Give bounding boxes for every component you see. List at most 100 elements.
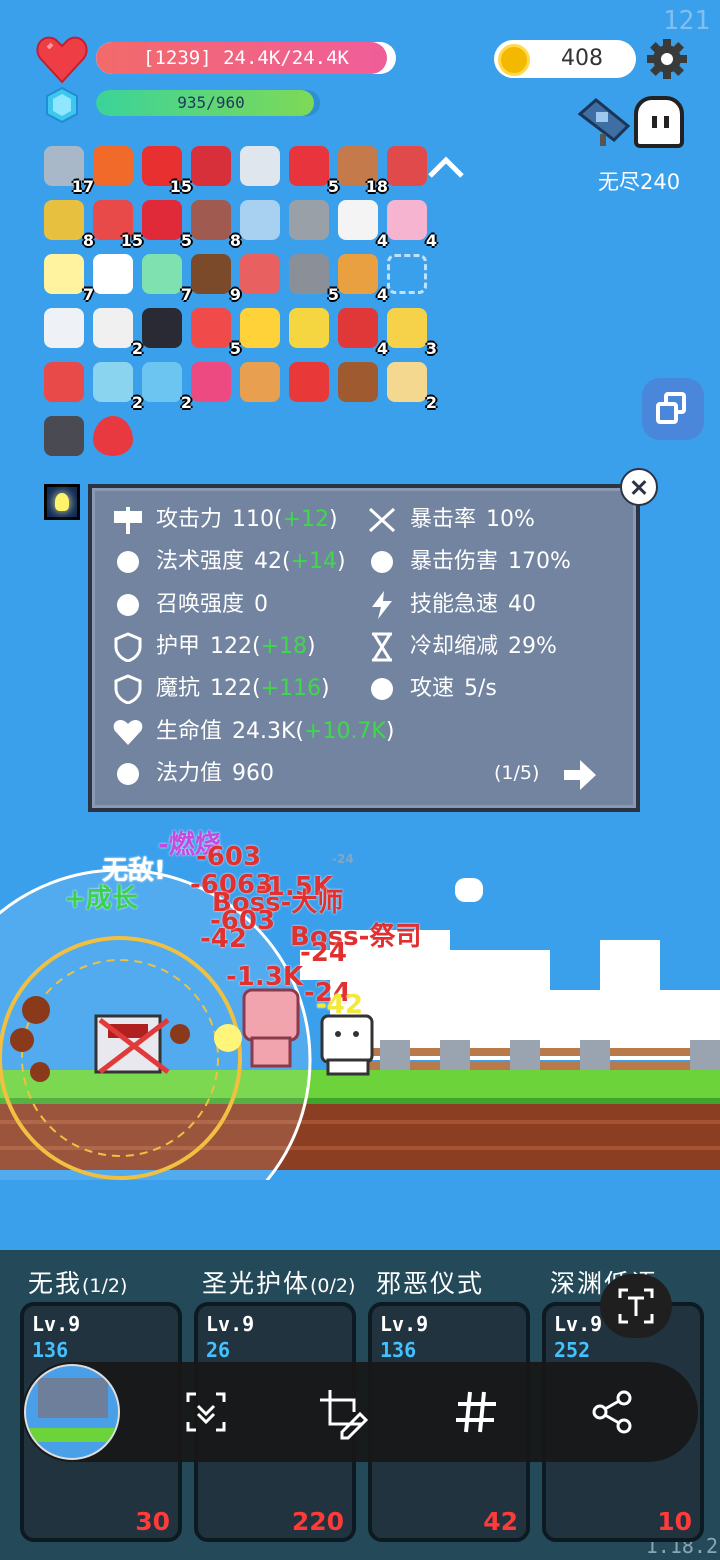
item-slot[interactable] — [236, 196, 284, 244]
stat-value: 5/s — [464, 676, 497, 702]
item-slot[interactable]: 5 — [285, 250, 339, 304]
damage-number: -603 — [196, 842, 262, 872]
bookmark-icon — [289, 146, 329, 186]
skill-title: 邪恶仪式 — [376, 1264, 484, 1300]
item-slot[interactable] — [89, 250, 137, 298]
item-slot[interactable]: 15 — [89, 196, 143, 250]
player-knight — [94, 1014, 170, 1074]
bacon-icon — [240, 254, 280, 294]
item-slot[interactable] — [40, 412, 88, 460]
hashtag-icon[interactable] — [446, 1382, 506, 1442]
stat-bonus: +116 — [260, 676, 322, 702]
item-slot[interactable] — [383, 142, 431, 190]
damage-number: -603 — [210, 906, 276, 936]
stat-label: 生命值 24.3K(+10.7K) — [156, 714, 394, 750]
stat-label: 冷却缩减 29% — [410, 629, 557, 665]
item-slot[interactable]: 17 — [40, 142, 94, 196]
skill-power: 26 — [206, 1338, 231, 1362]
item-slot[interactable] — [285, 358, 333, 406]
item-slot[interactable]: 4 — [334, 304, 388, 358]
item-slot[interactable] — [334, 358, 382, 406]
item-slot[interactable]: 2 — [138, 358, 192, 412]
health-text: [1239] 24.4K/24.4K — [143, 47, 349, 69]
stat-value: 42( — [254, 549, 291, 575]
item-slot[interactable]: 2 — [383, 358, 437, 412]
stat-name: 法术强度 — [156, 549, 245, 575]
close-icon[interactable] — [620, 468, 658, 506]
item-slot[interactable]: 8 — [187, 196, 241, 250]
item-slot[interactable]: 8 — [40, 196, 94, 250]
stat-label: 法术强度 42(+14) — [156, 544, 346, 580]
settings-gear-icon[interactable] — [646, 38, 688, 80]
window-toggle-button[interactable] — [642, 378, 704, 440]
item-slot[interactable] — [138, 304, 186, 352]
sneaker-icon — [44, 362, 84, 402]
item-slot[interactable]: 3 — [383, 304, 437, 358]
mana-gem-icon — [117, 762, 139, 785]
item-slot[interactable] — [89, 142, 137, 190]
item-slot[interactable]: 4 — [334, 250, 388, 304]
snowflake-icon — [142, 362, 182, 402]
next-page-arrow-icon[interactable] — [562, 758, 598, 792]
item-slot[interactable]: 7 — [138, 250, 192, 304]
stat-bonus-close: ) — [337, 549, 346, 575]
potion-icon — [93, 362, 133, 402]
stat-bonus-close: ) — [307, 633, 316, 659]
gift-icon — [289, 362, 329, 402]
item-slot[interactable] — [187, 142, 235, 190]
stat-bonus-close: ) — [385, 718, 395, 744]
light-burst — [214, 1024, 242, 1052]
skill-level: Lv.9 — [380, 1312, 429, 1336]
stat-bonus: +18 — [260, 633, 308, 659]
stat-bonus-close: ) — [321, 676, 330, 702]
stat-value: 10% — [486, 507, 535, 532]
boss-flag-icon[interactable] — [576, 96, 632, 150]
item-slot[interactable] — [187, 358, 235, 406]
scroll-capture-icon[interactable] — [176, 1382, 236, 1442]
item-slot[interactable] — [236, 142, 284, 190]
boss-master-enemy — [242, 988, 300, 1068]
stat-value: 170% — [508, 549, 571, 575]
item-slot[interactable]: 4 — [334, 196, 388, 250]
item-slot[interactable]: 2 — [89, 304, 143, 358]
item-slot[interactable]: 4 — [383, 196, 437, 250]
item-slot[interactable]: 5 — [187, 304, 241, 358]
item-slot[interactable] — [383, 250, 431, 298]
item-slot[interactable] — [236, 250, 284, 298]
item-slot[interactable] — [40, 304, 88, 352]
item-count: 2 — [425, 393, 437, 412]
item-slot[interactable]: 18 — [334, 142, 388, 196]
share-icon[interactable] — [582, 1382, 642, 1442]
item-slot[interactable] — [285, 304, 333, 352]
lightbulb-icon[interactable] — [44, 484, 80, 520]
screenshot-thumbnail[interactable] — [24, 1364, 120, 1460]
item-slot[interactable]: 7 — [40, 250, 94, 304]
crit-damage-icon — [371, 551, 393, 574]
item-slot[interactable]: 5 — [285, 142, 339, 196]
text-extract-button[interactable] — [600, 1274, 672, 1338]
lightning-icon — [372, 590, 392, 619]
stat-value: 122( — [210, 633, 261, 659]
chevron-up-icon[interactable] — [426, 152, 466, 182]
item-slot[interactable]: 2 — [89, 358, 143, 412]
stat-label: 护甲 122(+18) — [156, 629, 316, 665]
hand-icon — [44, 416, 84, 456]
item-slot[interactable] — [236, 304, 284, 352]
skill-level: Lv.9 — [206, 1312, 255, 1336]
skill-name: 无我 — [28, 1269, 83, 1298]
sun-icon — [117, 551, 139, 574]
item-slot[interactable] — [89, 412, 137, 460]
ghost-icon[interactable] — [634, 96, 684, 148]
edit-crop-icon[interactable] — [312, 1382, 372, 1442]
item-slot[interactable]: 5 — [138, 196, 192, 250]
strawberry-icon — [142, 200, 182, 240]
item-slot[interactable] — [236, 358, 284, 406]
stat-label: 召唤强度 0 — [156, 587, 268, 623]
item-slot[interactable] — [40, 358, 88, 406]
flower-icon — [44, 254, 84, 294]
stat-bonus: +12 — [282, 507, 330, 532]
item-slot[interactable]: 15 — [138, 142, 192, 196]
item-slot[interactable]: 9 — [187, 250, 241, 304]
item-slot[interactable] — [285, 196, 333, 244]
checklist-icon — [93, 254, 133, 294]
